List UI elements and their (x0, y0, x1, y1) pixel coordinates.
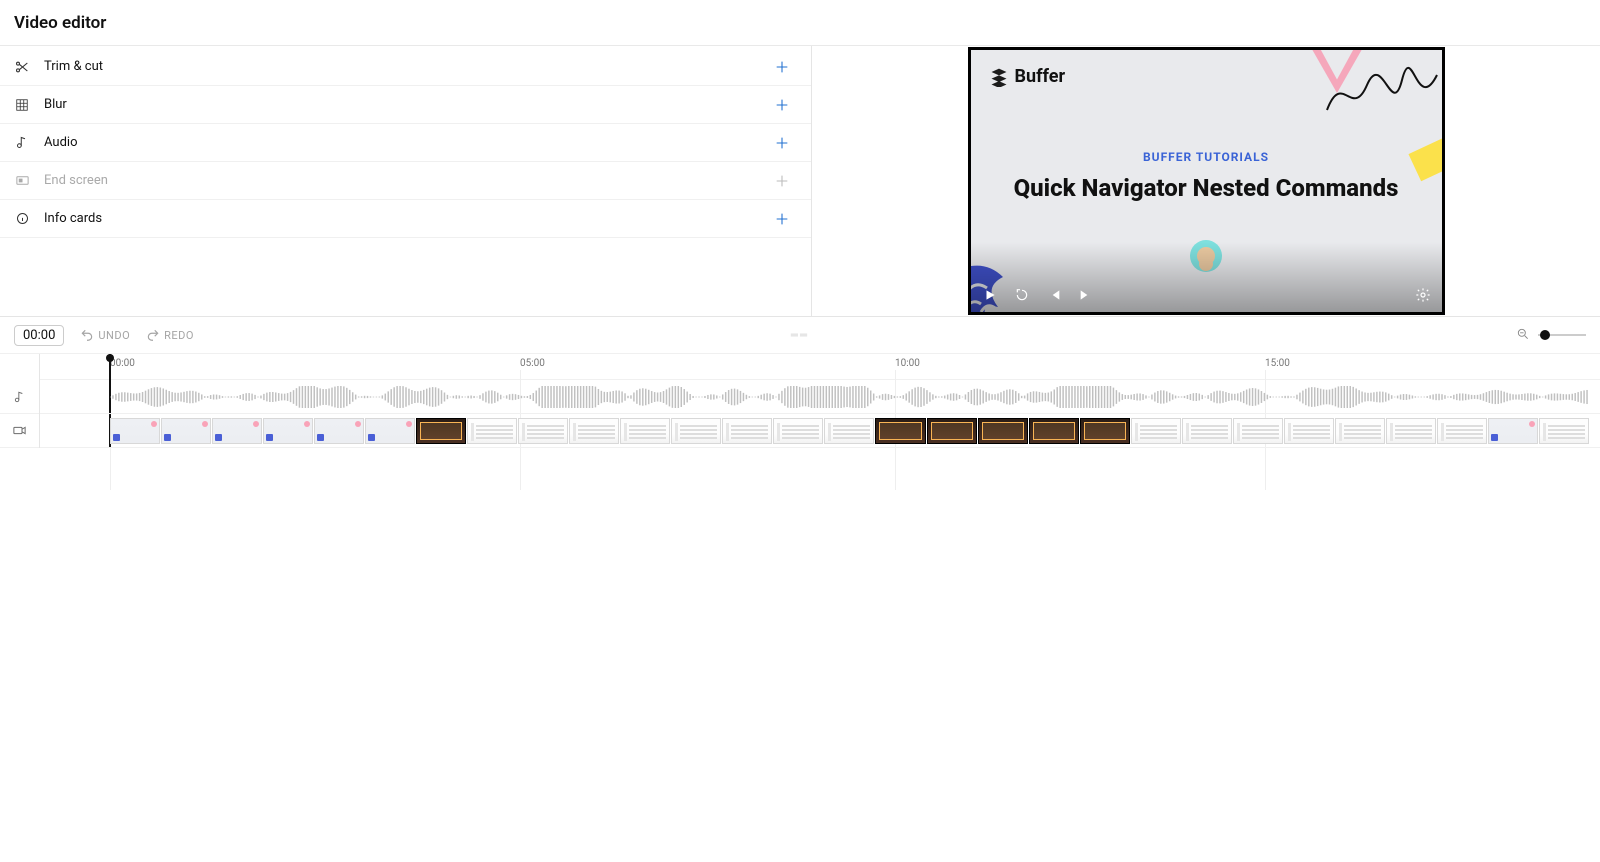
video-thumb[interactable] (518, 418, 568, 444)
end-card-icon (14, 173, 30, 189)
zoom-out-icon[interactable] (1516, 326, 1530, 345)
video-thumb[interactable] (1335, 418, 1385, 444)
audio-track-row[interactable] (40, 380, 1600, 414)
ruler-tick: 00:00 (110, 358, 135, 369)
scissors-icon (14, 59, 30, 75)
audio-track-icon (0, 380, 39, 414)
preview-panel: Buffer BUFFER TUTORIALS Quick Navigator … (812, 46, 1600, 316)
tool-trim-cut[interactable]: Trim & cut (0, 48, 811, 86)
video-thumb[interactable] (263, 418, 313, 444)
undo-label: UNDO (98, 329, 130, 342)
audio-waveform (110, 386, 1590, 408)
add-info-card-button[interactable] (771, 208, 793, 230)
video-thumb[interactable] (1284, 418, 1334, 444)
add-blur-button[interactable] (771, 94, 793, 116)
ruler-tick: 10:00 (895, 358, 920, 369)
tool-end-screen-label: End screen (44, 173, 108, 188)
tool-trim-label: Trim & cut (44, 59, 103, 74)
video-thumb[interactable] (620, 418, 670, 444)
video-thumb[interactable] (365, 418, 415, 444)
video-track-icon (0, 414, 39, 448)
settings-icon[interactable] (1414, 286, 1432, 304)
rewind-icon[interactable] (1013, 286, 1031, 304)
add-trim-button[interactable] (771, 56, 793, 78)
video-thumb[interactable] (212, 418, 262, 444)
current-time-input[interactable]: 00:00 (14, 325, 64, 346)
zoom-slider[interactable] (1538, 334, 1586, 336)
tool-audio-label: Audio (44, 135, 77, 150)
add-end-screen-button[interactable] (771, 170, 793, 192)
play-icon[interactable] (981, 286, 999, 304)
video-thumb[interactable] (1539, 418, 1589, 444)
video-thumb[interactable] (1131, 418, 1181, 444)
tool-end-screen[interactable]: End screen (0, 162, 811, 200)
video-thumb[interactable] (569, 418, 619, 444)
upper-panels: Trim & cut Blur Audio (0, 46, 1600, 316)
tool-info-cards[interactable]: Info cards (0, 200, 811, 238)
preview-subtitle: BUFFER TUTORIALS (971, 150, 1442, 164)
info-icon (14, 211, 30, 227)
zoom-control (1516, 326, 1586, 345)
video-preview[interactable]: Buffer BUFFER TUTORIALS Quick Navigator … (968, 47, 1445, 315)
music-note-icon (14, 135, 30, 151)
undo-button[interactable]: UNDO (80, 328, 130, 342)
ruler-tick: 15:00 (1265, 358, 1290, 369)
video-thumb[interactable] (722, 418, 772, 444)
video-thumb[interactable] (110, 418, 160, 444)
timeline-toolbar: 00:00 UNDO REDO ══ (0, 316, 1600, 354)
video-thumb[interactable] (1080, 418, 1130, 444)
timeline: 00:00 05:00 10:00 15:00 (0, 354, 1600, 448)
tools-panel: Trim & cut Blur Audio (0, 46, 812, 316)
video-thumb[interactable] (824, 418, 874, 444)
video-thumb[interactable] (1437, 418, 1487, 444)
timeline-ruler[interactable]: 00:00 05:00 10:00 15:00 (40, 354, 1600, 380)
video-thumb[interactable] (1233, 418, 1283, 444)
brand-logo-icon (989, 67, 1009, 87)
video-thumb[interactable] (1488, 418, 1538, 444)
timeline-main[interactable]: 00:00 05:00 10:00 15:00 (40, 354, 1600, 448)
add-audio-button[interactable] (771, 132, 793, 154)
preview-title: Quick Navigator Nested Commands (971, 174, 1442, 202)
tool-audio[interactable]: Audio (0, 124, 811, 162)
video-thumbnails (110, 418, 1590, 444)
video-thumb[interactable] (416, 418, 466, 444)
tool-info-cards-label: Info cards (44, 211, 102, 226)
page-title: Video editor (14, 13, 106, 33)
video-thumb[interactable] (314, 418, 364, 444)
video-track-row[interactable] (40, 414, 1600, 448)
tool-blur[interactable]: Blur (0, 86, 811, 124)
brand-name: Buffer (1015, 66, 1066, 87)
video-thumb[interactable] (978, 418, 1028, 444)
tool-blur-label: Blur (44, 97, 67, 112)
video-thumb[interactable] (875, 418, 925, 444)
video-thumb[interactable] (161, 418, 211, 444)
grid-icon (14, 97, 30, 113)
video-thumb[interactable] (1029, 418, 1079, 444)
brand: Buffer (989, 66, 1066, 87)
timeline-gutter (0, 354, 40, 448)
skip-forward-icon[interactable] (1077, 286, 1095, 304)
ruler-tick: 05:00 (520, 358, 545, 369)
redo-button[interactable]: REDO (146, 328, 194, 342)
panel-resize-handle[interactable]: ══ (791, 330, 809, 341)
skip-back-icon[interactable] (1045, 286, 1063, 304)
video-thumb[interactable] (671, 418, 721, 444)
video-thumb[interactable] (927, 418, 977, 444)
video-thumb[interactable] (773, 418, 823, 444)
video-thumb[interactable] (467, 418, 517, 444)
redo-label: REDO (164, 329, 194, 342)
video-thumb[interactable] (1386, 418, 1436, 444)
preview-controls (981, 286, 1095, 304)
header: Video editor (0, 0, 1600, 46)
decoration-scribble (1322, 60, 1442, 130)
video-thumb[interactable] (1182, 418, 1232, 444)
